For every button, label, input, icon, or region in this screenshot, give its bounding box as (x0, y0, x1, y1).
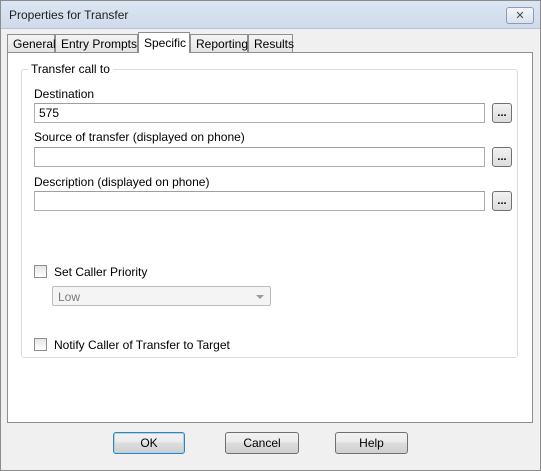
destination-browse-button[interactable]: ... (492, 103, 512, 123)
specific-tab-panel: Transfer call to Destination ... Source … (7, 52, 533, 423)
chevron-down-icon (256, 295, 264, 299)
tab-results[interactable]: Results (248, 34, 294, 52)
description-label: Description (displayed on phone) (34, 175, 210, 189)
properties-dialog: Properties for Transfer ✕ General Entry … (0, 0, 541, 471)
tab-entry-prompts[interactable]: Entry Prompts (55, 34, 138, 52)
source-input[interactable] (34, 147, 485, 167)
description-input[interactable] (34, 191, 485, 211)
tab-specific[interactable]: Specific (138, 32, 190, 53)
destination-input[interactable] (34, 103, 485, 123)
close-button[interactable]: ✕ (506, 7, 534, 24)
source-browse-button[interactable]: ... (492, 147, 512, 167)
set-caller-priority-checkbox[interactable] (34, 265, 47, 278)
title-bar[interactable]: Properties for Transfer ✕ (1, 1, 540, 29)
close-icon: ✕ (515, 10, 525, 22)
set-caller-priority-label: Set Caller Priority (54, 265, 148, 279)
description-browse-button[interactable]: ... (492, 191, 512, 211)
help-button[interactable]: Help (335, 432, 408, 454)
priority-select-value: Low (58, 290, 81, 304)
source-label: Source of transfer (displayed on phone) (34, 130, 245, 144)
destination-label: Destination (34, 87, 95, 101)
notify-caller-label: Notify Caller of Transfer to Target (54, 338, 230, 352)
transfer-call-to-group: Transfer call to Destination ... Source … (21, 62, 518, 358)
ok-button[interactable]: OK (113, 432, 185, 454)
cancel-button[interactable]: Cancel (225, 432, 299, 454)
tab-general[interactable]: General (7, 34, 56, 52)
group-label: Transfer call to (28, 62, 113, 76)
window-title: Properties for Transfer (9, 8, 129, 22)
priority-select[interactable]: Low (52, 286, 271, 306)
tab-reporting[interactable]: Reporting (190, 34, 248, 52)
notify-caller-checkbox[interactable] (34, 338, 47, 351)
